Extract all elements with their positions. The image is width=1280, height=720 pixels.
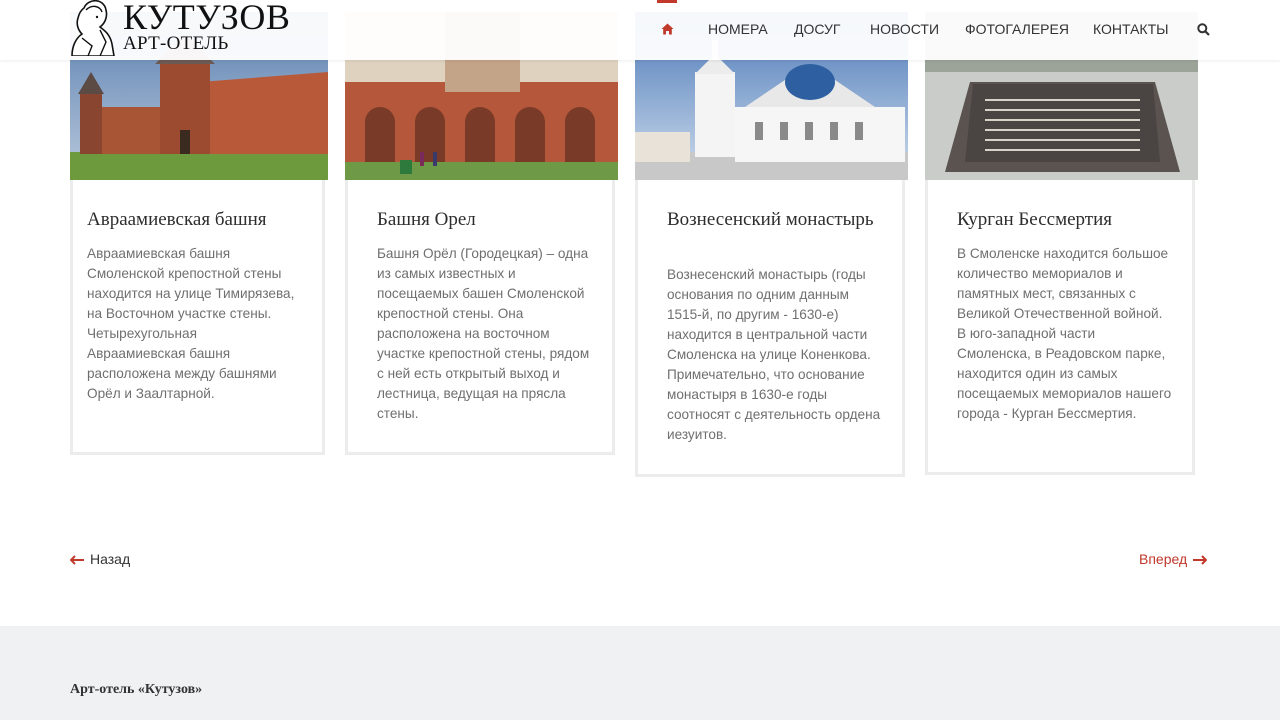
card-title[interactable]: Вознесенский монастырь (667, 209, 882, 231)
search-icon (1197, 23, 1210, 36)
home-icon (661, 23, 674, 35)
kutuzov-portrait-icon (71, 0, 115, 56)
card-text: Авраамиевская башня Смоленской крепостно… (87, 246, 295, 401)
next-link[interactable]: Вперед (1139, 551, 1208, 567)
card-title[interactable]: Курган Бессмертия (957, 209, 1192, 231)
nav-rooms[interactable]: НОМЕРА (708, 21, 768, 37)
site-footer: Арт-отель «Кутузов» (0, 626, 1280, 720)
card-kurgan[interactable]: Курган Бессмертия В Смоленске находится … (925, 12, 1198, 475)
prev-label: Назад (90, 551, 131, 567)
footer-title: Арт-отель «Кутузов» (70, 682, 203, 697)
card-orel[interactable]: Башня Орел Башня Орёл (Городецкая) – одн… (345, 12, 618, 455)
search-button[interactable] (1197, 23, 1210, 39)
card-text: Башня Орёл (Городецкая) – одна из самых … (377, 246, 590, 421)
active-nav-indicator (657, 0, 677, 3)
arrow-right-icon (1193, 555, 1208, 566)
card-text: Вознесенский монастырь (годы основания п… (667, 267, 881, 442)
card-text: В Смоленске находится большое количество… (957, 246, 1172, 421)
nav-leisure[interactable]: ДОСУГ (794, 21, 841, 37)
nav-home[interactable] (661, 22, 674, 38)
arrow-left-icon (69, 555, 84, 566)
card-title[interactable]: Авраамиевская башня (87, 209, 322, 231)
next-label: Вперед (1139, 551, 1188, 567)
nav-gallery[interactable]: ФОТОГАЛЕРЕЯ (965, 21, 1069, 37)
card-voznesensky[interactable]: Вознесенский монастырь Вознесенский мона… (635, 12, 908, 477)
nav-news[interactable]: НОВОСТИ (870, 21, 939, 37)
logo-subtitle: АРТ-ОТЕЛЬ (123, 33, 229, 54)
prev-link[interactable]: Назад (69, 551, 131, 567)
site-header: КУТУЗОВ АРТ-ОТЕЛЬ НОМЕРА ДОСУГ НОВОСТИ Ф… (0, 0, 1280, 60)
card-avraamievskaya[interactable]: Авраамиевская башня Авраамиевская башня … (70, 12, 328, 455)
logo[interactable]: КУТУЗОВ АРТ-ОТЕЛЬ (70, 0, 300, 58)
card-title[interactable]: Башня Орел (377, 209, 612, 231)
nav-contacts[interactable]: КОНТАКТЫ (1093, 21, 1169, 37)
